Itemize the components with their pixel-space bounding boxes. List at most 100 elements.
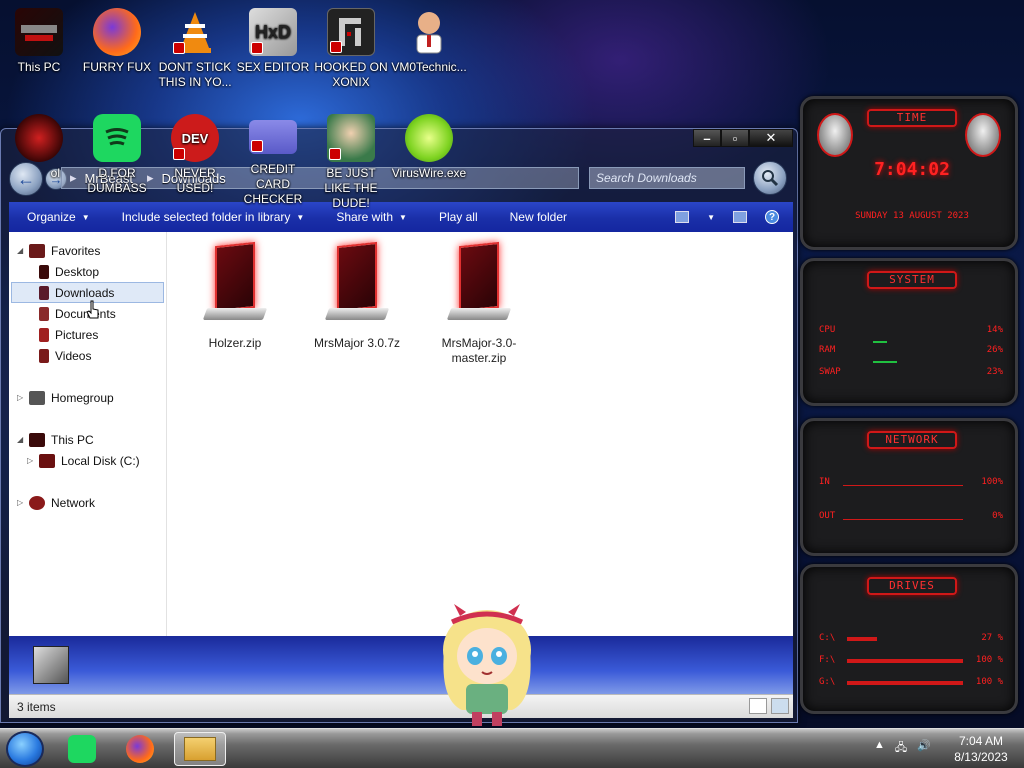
out-graph	[843, 519, 963, 520]
maximize-button[interactable]: ▫	[721, 129, 749, 147]
nav-pictures[interactable]: Pictures	[9, 324, 166, 345]
desktop-icon-label: DONT STICK THIS IN YO...	[158, 60, 232, 89]
network-gadget[interactable]: NETWORK IN 100% OUT 0%	[800, 418, 1018, 556]
computer-icon	[15, 8, 63, 56]
chevron-down-icon[interactable]: ▼	[707, 213, 715, 222]
desktop-icon-vm0technic[interactable]: VM0Technic...	[390, 4, 468, 75]
nav-label: Local Disk (C:)	[61, 453, 140, 468]
play-all-button[interactable]: Play all	[423, 210, 494, 224]
nav-network[interactable]: ▷ Network	[9, 492, 166, 513]
explorer-window: – ▫ ✕ ← → ▸ MrBeast ▸ Downloads Search D…	[0, 128, 798, 723]
desktop-icon	[39, 264, 49, 279]
file-item[interactable]: MrsMajor-3.0-master.zip	[427, 232, 531, 366]
stat-value: 100 %	[975, 655, 1003, 665]
desktop-icon-viruswire[interactable]: VirusWire.exe	[390, 110, 468, 181]
shortcut-badge-icon	[251, 42, 263, 54]
stat-value: 23%	[986, 367, 1003, 377]
chevron-up-icon[interactable]: ▲	[874, 739, 885, 758]
hxd-icon: HxD	[249, 8, 297, 56]
gnome-icon	[327, 114, 375, 162]
search-input[interactable]: Search Downloads	[589, 167, 745, 189]
taskbar-file-explorer[interactable]	[174, 732, 226, 766]
drives-gadget[interactable]: DRIVES C:\ 27 % F:\ 100 % G:\ 100 %	[800, 564, 1018, 714]
stat-label: OUT	[819, 511, 836, 521]
expand-arrow-icon[interactable]: ▷	[17, 393, 29, 402]
desktop-icon-furry-fux[interactable]: FURRY FUX	[78, 4, 156, 75]
nav-videos[interactable]: Videos	[9, 345, 166, 366]
desktop-icon-label: D.FOR DUMBASS	[87, 166, 147, 195]
start-button[interactable]	[6, 731, 44, 767]
game-icon	[327, 8, 375, 56]
stat-label: G:\	[819, 677, 836, 687]
chevron-down-icon: ▼	[399, 212, 407, 222]
nav-homegroup[interactable]: ▷ Homegroup	[9, 387, 166, 408]
lime-icon	[405, 114, 453, 162]
file-name: MrsMajor 3.0.7z	[313, 336, 401, 350]
taskbar: ▲ 🖧 🔊 7:04 AM 8/13/2023	[0, 728, 1024, 768]
star-icon	[29, 243, 45, 258]
taskbar-spotify[interactable]	[60, 732, 104, 766]
expand-arrow-icon[interactable]: ◢	[17, 435, 29, 444]
nav-label: Homegroup	[51, 390, 114, 405]
help-icon[interactable]: ?	[765, 210, 779, 224]
stat-label: IN	[819, 477, 830, 487]
large-icons-view-icon[interactable]	[771, 698, 789, 714]
shortcut-badge-icon	[330, 41, 342, 53]
stat-label: SWAP	[819, 367, 841, 377]
network-tray-icon[interactable]: 🖧	[895, 739, 907, 758]
in-graph	[843, 485, 963, 486]
system-tray: ▲ 🖧 🔊	[874, 739, 931, 758]
expand-arrow-icon[interactable]: ◢	[17, 246, 29, 255]
archive-icon	[202, 241, 268, 324]
desktop-icon-dont-stick[interactable]: DONT STICK THIS IN YO...	[156, 4, 234, 90]
taskbar-firefox[interactable]	[118, 732, 162, 766]
expand-arrow-icon[interactable]: ▷	[17, 498, 29, 507]
alien-head-icon	[817, 113, 853, 157]
new-folder-label: New folder	[509, 210, 567, 224]
preview-pane-icon[interactable]	[733, 211, 747, 223]
nav-label: Favorites	[51, 243, 101, 258]
include-in-library-menu[interactable]: Include selected folder in library ▼	[106, 210, 321, 224]
search-button[interactable]	[753, 161, 787, 195]
close-button[interactable]: ✕	[749, 129, 793, 147]
taskbar-clock[interactable]: 7:04 AM 8/13/2023	[946, 733, 1016, 765]
change-view-icon[interactable]	[675, 211, 690, 223]
desktop-icon-label: SEX EDITOR	[236, 60, 310, 74]
details-view-icon[interactable]	[749, 698, 767, 714]
documents-icon	[39, 306, 49, 321]
nav-local-disk[interactable]: ▷ Local Disk (C:)	[9, 450, 166, 471]
nav-this-pc[interactable]: ◢ This PC	[9, 429, 166, 450]
spotify-icon	[68, 735, 96, 763]
desktop-icon-d-for-dumbass[interactable]: D.FOR DUMBASS	[78, 110, 156, 196]
nav-desktop[interactable]: Desktop	[9, 261, 166, 282]
desktop-icon-this-pc[interactable]: This PC	[0, 4, 78, 75]
cartoon-character-icon	[443, 604, 531, 726]
stat-value: 100%	[981, 477, 1003, 487]
desktop-icon-label: BE JUST LIKE THE DUDE!	[324, 166, 378, 210]
desktop-icon-label: HOOKED ON XONIX	[314, 60, 388, 89]
desktop-icon-be-just-like-the-dude[interactable]: BE JUST LIKE THE DUDE!	[312, 110, 390, 211]
time-gadget[interactable]: TIME 7:04:02 SUNDAY 13 AUGUST 2023	[800, 96, 1018, 250]
minimize-button[interactable]: –	[693, 129, 721, 147]
content-area: ◢ Favorites Desktop Downloads Documents …	[9, 232, 793, 636]
desktop-icon-label: CREDIT CARD CHECKER	[243, 162, 303, 206]
include-label: Include selected folder in library	[121, 210, 291, 224]
desktop-icon-credit-card-checker[interactable]: CREDIT CARD CHECKER	[234, 110, 312, 207]
nav-favorites[interactable]: ◢ Favorites	[9, 240, 166, 261]
file-item[interactable]: MrsMajor 3.0.7z	[305, 232, 409, 351]
volume-icon[interactable]: 🔊	[917, 739, 931, 758]
downloads-icon	[39, 285, 49, 300]
desktop-icon-hooked-on-xonix[interactable]: HOOKED ON XONIX	[312, 4, 390, 90]
new-folder-button[interactable]: New folder	[494, 210, 583, 224]
share-with-menu[interactable]: Share with ▼	[320, 210, 423, 224]
organize-menu[interactable]: Organize ▼	[9, 210, 106, 224]
desktop-icon-sex-editor[interactable]: HxD SEX EDITOR	[234, 4, 312, 75]
desktop-icon-never-used[interactable]: DEV NEVER USED!	[156, 110, 234, 196]
nav-label: Downloads	[55, 285, 115, 300]
desktop-icon-ol[interactable]: ol	[0, 110, 78, 181]
devcpp-icon: DEV	[171, 114, 219, 162]
file-item[interactable]: Holzer.zip	[183, 232, 287, 351]
system-gadget[interactable]: SYSTEM CPU 14% RAM 26% SWAP 23%	[800, 258, 1018, 406]
shortcut-badge-icon	[173, 148, 185, 160]
expand-arrow-icon[interactable]: ▷	[27, 456, 39, 465]
